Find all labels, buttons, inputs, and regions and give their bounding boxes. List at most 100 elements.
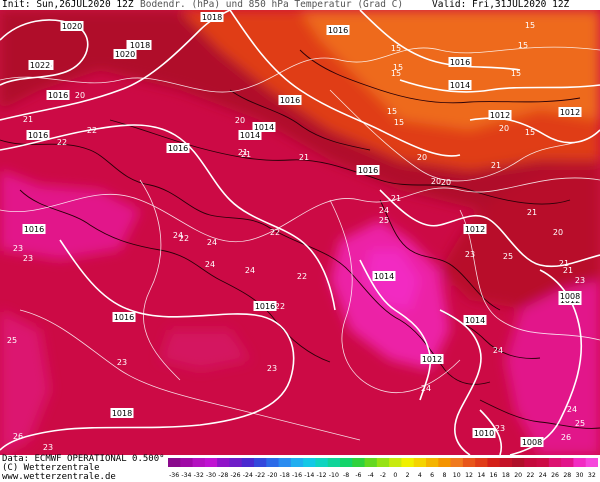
pressure-label-text: 1012	[490, 111, 510, 120]
temperature-label-17: 21	[241, 150, 251, 159]
map-title: Bodendr. (hPa) und 850 hPa Temperatur (G…	[140, 0, 404, 10]
temperature-label-46: 24	[379, 206, 389, 215]
pressure-label-23: 1012	[558, 107, 582, 117]
pressure-label-text: 1016	[450, 58, 470, 67]
pressure-label-text: 1020	[115, 50, 135, 59]
temperature-label-text: 20	[235, 116, 245, 125]
scale-tick-27: 18	[502, 472, 510, 479]
temperature-label-6: 15	[511, 69, 521, 78]
scale-tick-6: -24	[243, 472, 253, 479]
scale-swatch-18	[389, 458, 402, 467]
pressure-label-21: 1014	[463, 315, 487, 325]
scale-swatch-26	[487, 458, 501, 467]
temperature-label-12: 20	[499, 124, 509, 133]
pressure-label-text: 1012	[560, 108, 580, 117]
temperature-label-32: 23	[117, 358, 127, 367]
temperature-label-text: 26	[13, 432, 23, 441]
temperature-label-45: 24	[567, 405, 577, 414]
pressure-label-text: 1010	[474, 429, 494, 438]
scale-swatch-1	[180, 458, 194, 467]
pressure-label-text: 1016	[280, 96, 300, 105]
temperature-label-4: 15	[387, 107, 397, 116]
temperature-label-text: 24	[207, 238, 217, 247]
scale-tick-7: -22	[255, 472, 265, 479]
scale-tick-23: 10	[453, 472, 461, 479]
temperature-label-text: 25	[7, 336, 17, 345]
temperature-label-19: 21	[527, 208, 537, 217]
scale-tick-19: 2	[406, 472, 410, 479]
scale-swatch-34	[585, 458, 598, 467]
temperature-label-text: 20	[417, 153, 427, 162]
scale-swatch-12	[315, 458, 329, 467]
scale-tick-2: -32	[194, 472, 204, 479]
temperature-label-text: 24	[493, 346, 503, 355]
temperature-label-text: 21	[299, 153, 309, 162]
temperature-label-34: 23	[465, 250, 475, 259]
temperature-label-text: 23	[575, 276, 585, 285]
scale-swatch-14	[340, 458, 353, 467]
scale-tick-12: -12	[317, 472, 327, 479]
temperature-label-36: 23	[23, 254, 33, 263]
temperature-label-text: 20	[553, 228, 563, 237]
temperature-label-text: 15	[525, 128, 535, 137]
temperature-label-49: 25	[575, 419, 585, 428]
pressure-label-text: 1022	[30, 61, 50, 70]
pressure-label-8: 1016	[166, 143, 190, 153]
temperature-label-35: 23	[495, 424, 505, 433]
temperature-label-text: 21	[491, 161, 501, 170]
temperature-label-51: 26	[13, 432, 23, 441]
pressure-label-text: 1014	[465, 316, 485, 325]
pressure-label-26: 1008	[558, 291, 582, 301]
pressure-label-20: 1012	[463, 224, 487, 234]
temperature-label-8: 15	[393, 63, 403, 72]
temperature-label-text: 21	[241, 150, 251, 159]
temperature-label-38: 23	[43, 443, 53, 452]
scale-swatch-25	[475, 458, 488, 467]
temperature-label-25: 22	[87, 126, 97, 135]
scale-swatch-11	[303, 458, 316, 467]
pressure-label-text: 1008	[560, 292, 580, 301]
temperature-label-text: 21	[23, 115, 33, 124]
scale-swatch-33	[573, 458, 587, 467]
pressure-label-text: 1012	[465, 225, 485, 234]
temperature-label-text: 20	[75, 91, 85, 100]
scale-tick-14: -8	[343, 472, 349, 479]
pressure-label-9: 1016	[326, 25, 350, 35]
pressure-label-text: 1014	[240, 131, 260, 140]
temperature-label-text: 22	[57, 138, 67, 147]
temperature-label-5: 15	[394, 118, 404, 127]
scale-swatch-27	[499, 458, 513, 467]
scale-swatch-23	[450, 458, 464, 467]
pressure-label-text: 1014	[374, 272, 394, 281]
scale-swatch-0	[168, 458, 181, 467]
pressure-label-text: 1008	[522, 438, 542, 447]
temperature-label-48: 25	[379, 216, 389, 225]
pressure-label-29: 1018	[128, 40, 152, 50]
pressure-label-1: 1018	[200, 12, 224, 22]
pressure-label-text: 1016	[24, 225, 44, 234]
temperature-label-1: 15	[525, 21, 535, 30]
temperature-label-31: 23	[267, 364, 277, 373]
pressure-label-17: 1018	[110, 408, 134, 418]
pressure-label-text: 1012	[422, 355, 442, 364]
pressure-label-28: 1016	[112, 312, 136, 322]
pressure-label-12: 1016	[278, 95, 302, 105]
pressure-label-7: 1016	[26, 130, 50, 140]
pressure-label-text: 1018	[202, 13, 222, 22]
temperature-label-text: 23	[465, 250, 475, 259]
scale-tick-11: -14	[304, 472, 314, 479]
temperature-label-42: 24	[245, 266, 255, 275]
temperature-label-text: 24	[173, 231, 183, 240]
temperature-label-text: 22	[275, 302, 285, 311]
scale-tick-13: -10	[329, 472, 339, 479]
temperature-label-text: 23	[495, 424, 505, 433]
pressure-label-13: 1016	[356, 165, 380, 175]
pressure-label-11: 1016	[448, 57, 472, 67]
temperature-label-18: 21	[491, 161, 501, 170]
temperature-label-text: 23	[117, 358, 127, 367]
scale-tick-34: 32	[588, 472, 596, 479]
pressure-label-15: 1014	[448, 80, 472, 90]
scale-tick-8: -20	[267, 472, 277, 479]
scale-swatch-4	[217, 458, 230, 467]
temperature-label-text: 25	[575, 419, 585, 428]
